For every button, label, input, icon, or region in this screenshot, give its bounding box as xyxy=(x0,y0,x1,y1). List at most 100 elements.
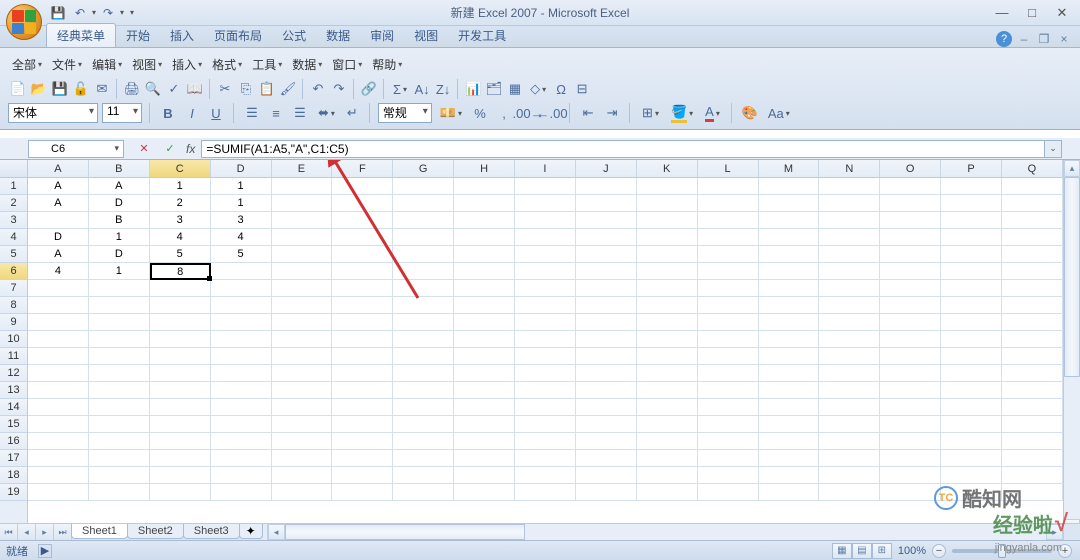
cell-J14[interactable] xyxy=(576,399,637,416)
col-header-Q[interactable]: Q xyxy=(1002,160,1063,178)
new-icon[interactable]: 📄 xyxy=(8,79,28,99)
cell-I1[interactable] xyxy=(515,178,576,195)
cell-I5[interactable] xyxy=(515,246,576,263)
menu-window[interactable]: 窗口▾ xyxy=(328,54,366,75)
cell-I3[interactable] xyxy=(515,212,576,229)
row-header-18[interactable]: 18 xyxy=(0,467,27,484)
row-header-12[interactable]: 12 xyxy=(0,365,27,382)
close-button[interactable]: ✕ xyxy=(1048,4,1076,22)
cell-H19[interactable] xyxy=(454,484,515,501)
view-layout-icon[interactable]: ▤ xyxy=(852,543,872,559)
cell-K12[interactable] xyxy=(637,365,698,382)
cell-A17[interactable] xyxy=(28,450,89,467)
cell-E17[interactable] xyxy=(272,450,333,467)
cell-K6[interactable] xyxy=(637,263,698,280)
cell-A15[interactable] xyxy=(28,416,89,433)
cell-M11[interactable] xyxy=(759,348,820,365)
dec-indent-icon[interactable]: ⇤ xyxy=(578,103,598,123)
cell-N8[interactable] xyxy=(819,297,880,314)
cell-O6[interactable] xyxy=(880,263,941,280)
cell-I16[interactable] xyxy=(515,433,576,450)
cell-F9[interactable] xyxy=(332,314,393,331)
cell-Q18[interactable] xyxy=(1002,467,1063,484)
cell-I12[interactable] xyxy=(515,365,576,382)
cell-P5[interactable] xyxy=(941,246,1002,263)
cell-K10[interactable] xyxy=(637,331,698,348)
paste-icon[interactable]: 📋 xyxy=(257,79,277,99)
underline-icon[interactable]: U xyxy=(206,103,226,123)
cond-format-icon[interactable]: 🎨 xyxy=(740,103,760,123)
cell-G16[interactable] xyxy=(393,433,454,450)
cell-O5[interactable] xyxy=(880,246,941,263)
menu-view[interactable]: 视图▾ xyxy=(128,54,166,75)
cell-Q6[interactable] xyxy=(1002,263,1063,280)
cell-I8[interactable] xyxy=(515,297,576,314)
cell-A9[interactable] xyxy=(28,314,89,331)
office-button[interactable] xyxy=(6,4,42,40)
menu-help[interactable]: 帮助▾ xyxy=(368,54,406,75)
cell-C17[interactable] xyxy=(150,450,211,467)
italic-icon[interactable]: I xyxy=(182,103,202,123)
doc-restore[interactable]: ❐ xyxy=(1036,31,1052,47)
cell-O2[interactable] xyxy=(880,195,941,212)
cell-M1[interactable] xyxy=(759,178,820,195)
cell-N6[interactable] xyxy=(819,263,880,280)
cell-B5[interactable]: D xyxy=(89,246,150,263)
cell-C8[interactable] xyxy=(150,297,211,314)
cell-J11[interactable] xyxy=(576,348,637,365)
cell-D4[interactable]: 4 xyxy=(211,229,272,246)
cell-H5[interactable] xyxy=(454,246,515,263)
cell-A16[interactable] xyxy=(28,433,89,450)
cell-E1[interactable] xyxy=(272,178,333,195)
cell-O17[interactable] xyxy=(880,450,941,467)
row-header-17[interactable]: 17 xyxy=(0,450,27,467)
cell-F19[interactable] xyxy=(332,484,393,501)
cell-O12[interactable] xyxy=(880,365,941,382)
cell-L18[interactable] xyxy=(698,467,759,484)
help-icon[interactable]: ? xyxy=(996,31,1012,47)
cell-C6[interactable]: 8 xyxy=(150,263,211,280)
cell-G19[interactable] xyxy=(393,484,454,501)
cell-H8[interactable] xyxy=(454,297,515,314)
cell-D12[interactable] xyxy=(211,365,272,382)
row-header-11[interactable]: 11 xyxy=(0,348,27,365)
menu-data[interactable]: 数据▾ xyxy=(288,54,326,75)
view-break-icon[interactable]: ⊞ xyxy=(872,543,892,559)
cell-D19[interactable] xyxy=(211,484,272,501)
macro-record-icon[interactable]: ▶ xyxy=(38,544,52,558)
cell-B10[interactable] xyxy=(89,331,150,348)
page-break-icon[interactable]: ⊟ xyxy=(572,79,592,99)
ribbon-tab-developer[interactable]: 开发工具 xyxy=(448,24,516,47)
wrap-icon[interactable]: ↵ xyxy=(343,103,362,123)
col-header-C[interactable]: C xyxy=(150,160,211,178)
cell-E16[interactable] xyxy=(272,433,333,450)
cell-B18[interactable] xyxy=(89,467,150,484)
cell-J8[interactable] xyxy=(576,297,637,314)
cell-G13[interactable] xyxy=(393,382,454,399)
cell-N17[interactable] xyxy=(819,450,880,467)
cell-D8[interactable] xyxy=(211,297,272,314)
cell-D14[interactable] xyxy=(211,399,272,416)
cell-J2[interactable] xyxy=(576,195,637,212)
cell-A11[interactable] xyxy=(28,348,89,365)
cell-F1[interactable] xyxy=(332,178,393,195)
menu-all[interactable]: 全部▾ xyxy=(8,54,46,75)
cell-H3[interactable] xyxy=(454,212,515,229)
cell-E14[interactable] xyxy=(272,399,333,416)
cell-Q3[interactable] xyxy=(1002,212,1063,229)
cell-G12[interactable] xyxy=(393,365,454,382)
sort-desc-icon[interactable]: Z↓ xyxy=(433,79,453,99)
cell-A2[interactable]: A xyxy=(28,195,89,212)
cell-F12[interactable] xyxy=(332,365,393,382)
cell-C18[interactable] xyxy=(150,467,211,484)
cell-F15[interactable] xyxy=(332,416,393,433)
mail-icon[interactable]: ✉ xyxy=(92,79,112,99)
row-header-13[interactable]: 13 xyxy=(0,382,27,399)
minimize-button[interactable]: — xyxy=(988,4,1016,22)
merge-icon[interactable]: ⬌▾ xyxy=(314,103,339,123)
cell-D2[interactable]: 1 xyxy=(211,195,272,212)
fill-color-icon[interactable]: 🪣▾ xyxy=(667,103,697,123)
save-icon[interactable]: 💾 xyxy=(50,79,70,99)
cell-H11[interactable] xyxy=(454,348,515,365)
cell-F5[interactable] xyxy=(332,246,393,263)
